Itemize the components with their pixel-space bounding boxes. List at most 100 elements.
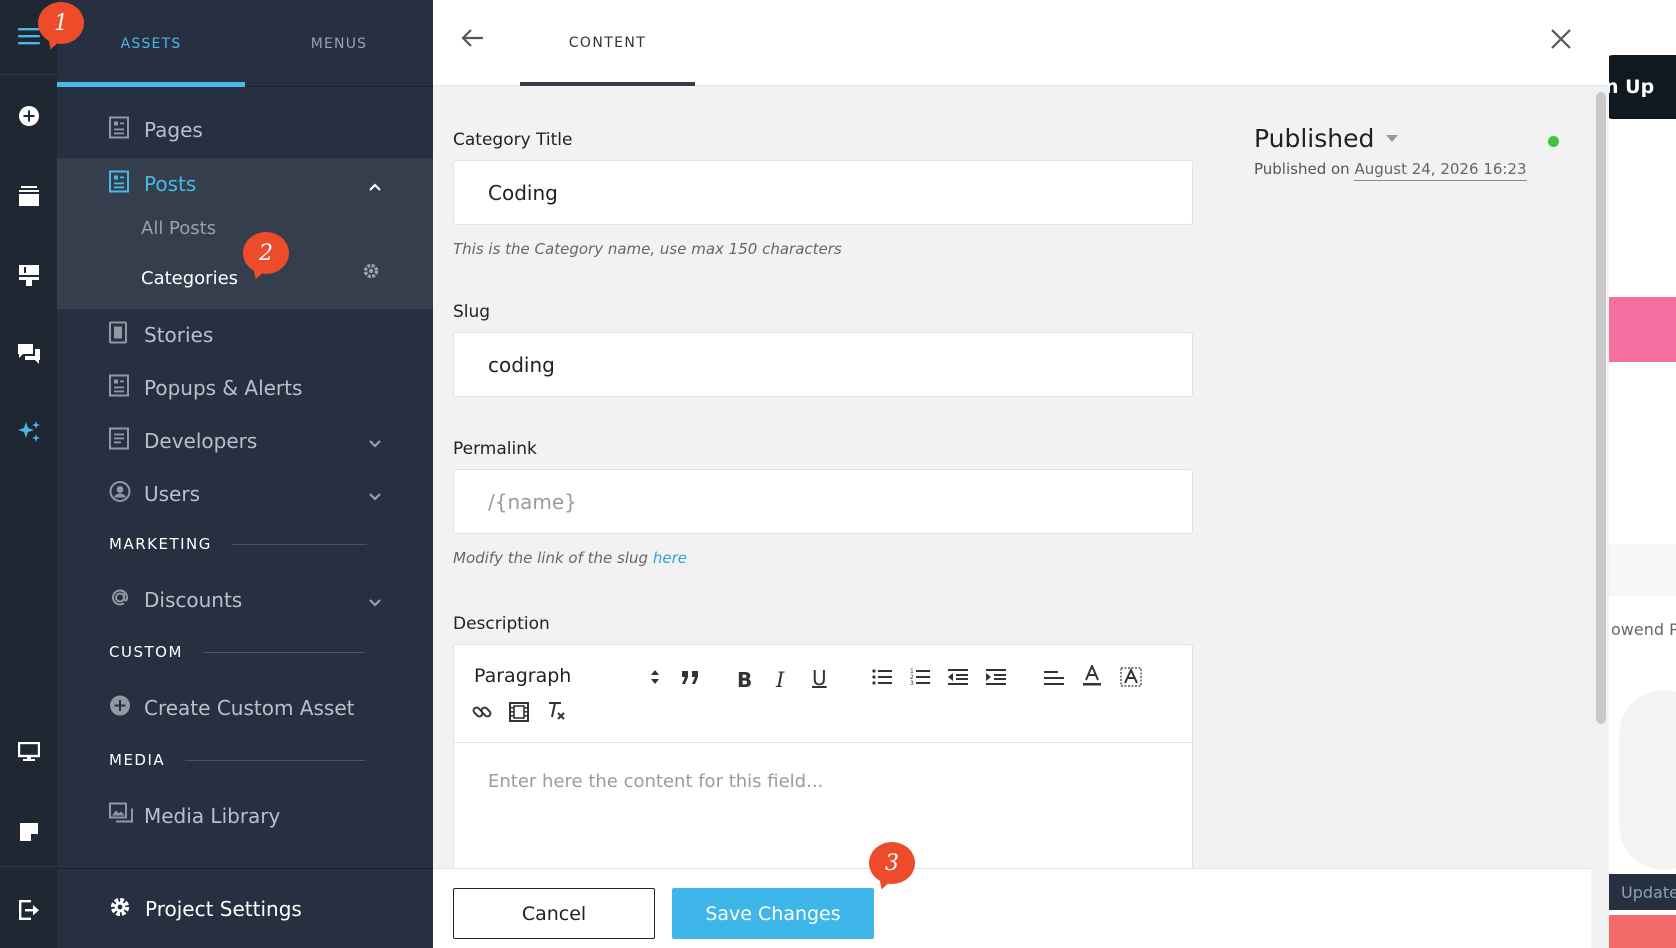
outdent-icon[interactable] xyxy=(948,669,968,685)
underline-icon[interactable]: U xyxy=(812,666,827,690)
logout-icon[interactable] xyxy=(0,894,57,926)
editor-actions-bar: Cancel Save Changes xyxy=(433,868,1591,948)
section-divider xyxy=(185,759,366,761)
description-content-area[interactable]: Enter here the content for this field... xyxy=(488,771,823,792)
permalink-hint-text: Modify the link of the slug xyxy=(453,549,649,567)
story-icon xyxy=(109,321,127,349)
website-preview-background: n Up owend P Update xyxy=(1609,0,1676,948)
assets-navigation-panel: ASSETS MENUS Pages Posts All Posts Categ… xyxy=(57,0,433,948)
sidebar-item-discounts[interactable]: Discounts xyxy=(57,575,433,625)
category-editor-panel: CONTENT Category Title Coding This is th… xyxy=(433,0,1609,948)
active-tab-indicator xyxy=(520,82,695,86)
pages-stack-icon[interactable] xyxy=(0,180,57,212)
sidebar-item-posts[interactable]: Posts xyxy=(57,159,433,209)
permalink-label: Permalink xyxy=(453,439,537,459)
sidebar-item-media-library[interactable]: Media Library xyxy=(57,791,433,841)
italic-icon[interactable]: I xyxy=(776,668,784,692)
chevron-down-icon[interactable] xyxy=(369,482,381,506)
scrollbar-thumb[interactable] xyxy=(1596,92,1606,724)
indent-icon[interactable] xyxy=(986,669,1006,685)
note-icon[interactable] xyxy=(0,816,57,848)
sidebar-item-stories[interactable]: Stories xyxy=(57,310,433,360)
page-icon xyxy=(109,116,129,144)
sidebar-item-users[interactable]: Users xyxy=(57,469,433,519)
active-tab-indicator xyxy=(57,82,245,87)
description-label: Description xyxy=(453,614,550,634)
select-arrows-icon[interactable] xyxy=(650,669,660,685)
section-label: MARKETING xyxy=(109,535,212,553)
preview-update-bar: Update xyxy=(1609,874,1676,910)
sidebar-item-label: Pages xyxy=(144,118,203,142)
description-rich-text-editor: Paragraph B I U 123 Enter here the conte… xyxy=(453,644,1193,874)
sidebar-item-popups-alerts[interactable]: Popups & Alerts xyxy=(57,363,433,413)
published-on-info: Published on August 24, 2026 16:23 xyxy=(1254,160,1527,181)
bold-icon[interactable]: B xyxy=(737,668,752,692)
project-settings-label: Project Settings xyxy=(145,897,302,921)
chevron-down-icon[interactable] xyxy=(369,588,381,612)
editor-topbar: CONTENT xyxy=(433,0,1609,86)
rail-divider xyxy=(0,74,57,75)
publish-status-dropdown[interactable]: Published xyxy=(1254,124,1399,153)
comments-icon[interactable] xyxy=(0,338,57,370)
slug-input[interactable]: coding xyxy=(453,332,1193,397)
category-title-hint: This is the Category name, use max 150 c… xyxy=(453,240,842,258)
at-sign-icon xyxy=(109,587,131,614)
category-title-input[interactable]: Coding xyxy=(453,160,1193,225)
sidebar-item-create-custom-asset[interactable]: Create Custom Asset xyxy=(57,683,433,733)
permalink-input[interactable]: /{name} xyxy=(453,469,1193,534)
sidebar-item-label: Media Library xyxy=(144,804,281,828)
sidebar-subitem-all-posts[interactable]: All Posts xyxy=(141,218,216,239)
back-arrow-icon[interactable] xyxy=(461,28,485,52)
category-title-label: Category Title xyxy=(453,130,573,150)
text-color-icon[interactable] xyxy=(1082,665,1102,687)
section-label: CUSTOM xyxy=(109,643,183,661)
section-divider xyxy=(202,651,365,653)
sidebar-item-label: Posts xyxy=(144,172,197,196)
brush-icon[interactable] xyxy=(0,259,57,291)
sidebar-item-pages[interactable]: Pages xyxy=(57,105,433,155)
svg-text:3: 3 xyxy=(910,680,914,686)
categories-settings-gear-icon[interactable] xyxy=(362,262,380,284)
video-embed-icon[interactable] xyxy=(509,702,529,722)
numbered-list-icon[interactable]: 123 xyxy=(910,668,930,686)
permalink-hint: Modify the link of the slug here xyxy=(453,549,687,567)
tab-menus[interactable]: MENUS xyxy=(245,0,433,87)
gear-icon xyxy=(109,896,131,923)
align-left-icon[interactable] xyxy=(1044,670,1064,686)
popup-icon xyxy=(109,374,129,402)
chevron-up-icon[interactable] xyxy=(369,172,381,196)
sidebar-item-label: Popups & Alerts xyxy=(144,376,303,400)
cancel-button[interactable]: Cancel xyxy=(453,888,655,939)
highlight-color-icon[interactable] xyxy=(1120,667,1142,687)
icon-rail xyxy=(0,0,57,948)
callout-number: 2 xyxy=(243,232,289,274)
sidebar-item-label: Developers xyxy=(144,429,258,453)
monitor-icon[interactable] xyxy=(0,736,57,768)
user-circle-icon xyxy=(109,481,131,508)
section-heading-media: MEDIA xyxy=(109,751,366,769)
callout-marker-1: 1 xyxy=(38,2,86,52)
permalink-edit-link[interactable]: here xyxy=(653,549,687,567)
tab-content[interactable]: CONTENT xyxy=(520,0,695,86)
chevron-down-icon[interactable] xyxy=(369,429,381,453)
close-icon[interactable] xyxy=(1550,28,1572,54)
clear-formatting-icon[interactable] xyxy=(545,700,567,722)
sidebar-item-developers[interactable]: Developers xyxy=(57,416,433,466)
publish-status-label: Published xyxy=(1254,124,1375,153)
nav-tabs: ASSETS MENUS xyxy=(57,0,433,87)
section-divider xyxy=(231,543,367,545)
link-icon[interactable] xyxy=(472,702,492,722)
blockquote-icon[interactable] xyxy=(680,669,700,685)
sidebar-item-label: Users xyxy=(144,482,201,506)
project-settings-link[interactable]: Project Settings xyxy=(109,869,302,948)
sidebar-subitem-categories[interactable]: Categories xyxy=(141,268,238,289)
sparkles-icon[interactable] xyxy=(0,416,57,448)
bulleted-list-icon[interactable] xyxy=(872,669,892,685)
save-changes-button[interactable]: Save Changes xyxy=(672,888,874,939)
published-on-date[interactable]: August 24, 2026 16:23 xyxy=(1354,160,1527,181)
rail-divider xyxy=(0,866,57,867)
add-circle-icon[interactable] xyxy=(0,100,57,132)
preview-signup-button: n Up xyxy=(1609,55,1676,119)
developer-page-icon xyxy=(109,427,129,455)
block-format-select[interactable]: Paragraph xyxy=(474,665,571,687)
